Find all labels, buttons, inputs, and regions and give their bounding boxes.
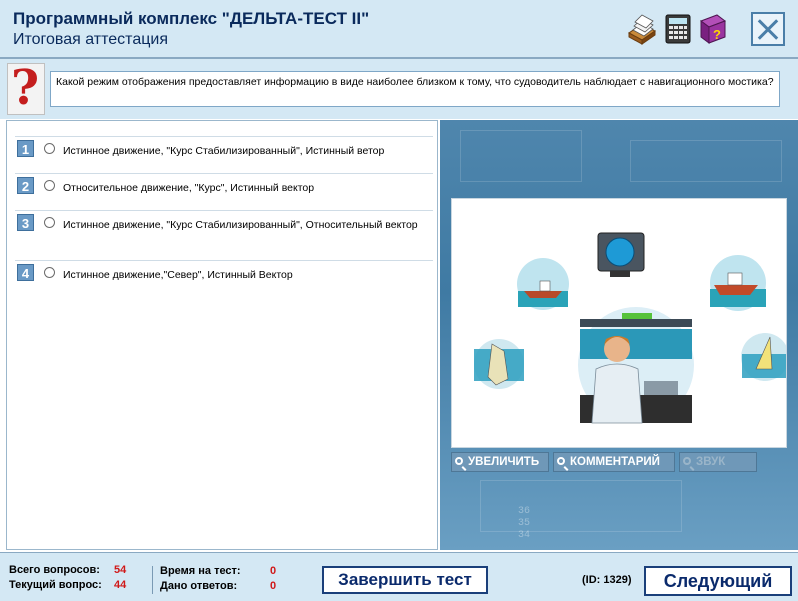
radar-bridge-illustration [474, 232, 789, 424]
notes-icon[interactable] [626, 13, 658, 45]
footer-divider [152, 566, 153, 594]
answer-text: Относительное движение, "Курс", Истинный… [63, 182, 315, 194]
time-value: 0 [270, 565, 277, 577]
sound-button: ЗВУК [679, 452, 757, 472]
answer-radio[interactable] [44, 143, 55, 154]
current-question-label: Текущий вопрос: [9, 579, 102, 591]
question-illustration[interactable] [451, 198, 789, 448]
app-subtitle: Итоговая аттестация [13, 31, 168, 48]
app-title: Программный комплекс "ДЕЛЬТА-ТЕСТ II" [13, 9, 370, 28]
magnifier-icon [557, 457, 565, 465]
time-label: Время на тест: [160, 565, 241, 577]
zoom-button[interactable]: УВЕЛИЧИТЬ [451, 452, 549, 472]
current-question-value: 44 [114, 579, 127, 591]
calculator-icon[interactable] [662, 13, 694, 45]
finish-test-button[interactable]: Завершить тест [322, 566, 488, 594]
answer-text: Истинное движение,"Север", Истинный Вект… [63, 269, 293, 281]
background-number: 36 [518, 506, 531, 517]
answer-text: Истинное движение, "Курс Стабилизированн… [63, 145, 385, 157]
answers-panel: 1 Истинное движение, "Курс Стабилизирова… [6, 120, 438, 550]
sailboat-icon [741, 333, 789, 381]
background-decoration [460, 130, 582, 182]
comments-button[interactable]: КОММЕНТАРИЙ [553, 452, 675, 472]
answered-label: Дано ответов: [160, 580, 238, 592]
answer-option-3[interactable]: 3 Истинное движение, "Курс Стабилизирова… [15, 210, 433, 261]
answer-radio[interactable] [44, 267, 55, 278]
ship-scene-icon [710, 255, 766, 311]
magnifier-icon [683, 457, 691, 465]
zoom-button-label: УВЕЛИЧИТЬ [468, 456, 540, 468]
answer-number: 4 [17, 264, 34, 281]
question-bar: ? Какой режим отображения предоставляет … [0, 59, 798, 119]
question-id-label: (ID: 1329) [582, 574, 632, 586]
answer-number: 1 [17, 140, 34, 157]
sound-button-label: ЗВУК [696, 456, 726, 468]
background-decoration [630, 140, 782, 182]
svg-text:?: ? [713, 27, 721, 42]
total-questions-label: Всего вопросов: [9, 564, 100, 576]
background-number: 34 [518, 530, 531, 541]
boat-top-view-icon [474, 339, 524, 389]
next-button[interactable]: Следующий [644, 566, 792, 596]
magnifier-icon [455, 457, 463, 465]
answer-text: Истинное движение, "Курс Стабилизированн… [63, 219, 418, 231]
radar-monitor-icon [597, 232, 645, 277]
help-book-icon[interactable]: ? [697, 13, 729, 45]
comments-button-label: КОММЕНТАРИЙ [570, 456, 660, 468]
status-footer: Всего вопросов: 54 Текущий вопрос: 44 Вр… [0, 552, 798, 601]
answer-option-1[interactable]: 1 Истинное движение, "Курс Стабилизирова… [15, 136, 433, 173]
image-panel: 36 35 34 УВЕЛИЧИТЬ КОММЕНТАРИЙ ЗВУК [440, 120, 798, 550]
answer-number: 3 [17, 214, 34, 231]
ship-scene-icon [517, 258, 569, 310]
navigator-bridge-icon [578, 307, 694, 424]
header-bar: Программный комплекс "ДЕЛЬТА-ТЕСТ II" Ит… [0, 0, 798, 59]
background-decoration [480, 480, 682, 532]
total-questions-value: 54 [114, 564, 127, 576]
answered-value: 0 [270, 580, 277, 592]
answer-option-2[interactable]: 2 Относительное движение, "Курс", Истинн… [15, 173, 433, 210]
answer-option-4[interactable]: 4 Истинное движение,"Север", Истинный Ве… [15, 260, 433, 297]
background-number: 35 [518, 518, 531, 529]
answer-radio[interactable] [44, 180, 55, 191]
question-mark-icon: ? [7, 60, 45, 116]
close-button[interactable] [751, 12, 785, 46]
question-text: Какой режим отображения предоставляет ин… [50, 71, 780, 107]
answer-number: 2 [17, 177, 34, 194]
